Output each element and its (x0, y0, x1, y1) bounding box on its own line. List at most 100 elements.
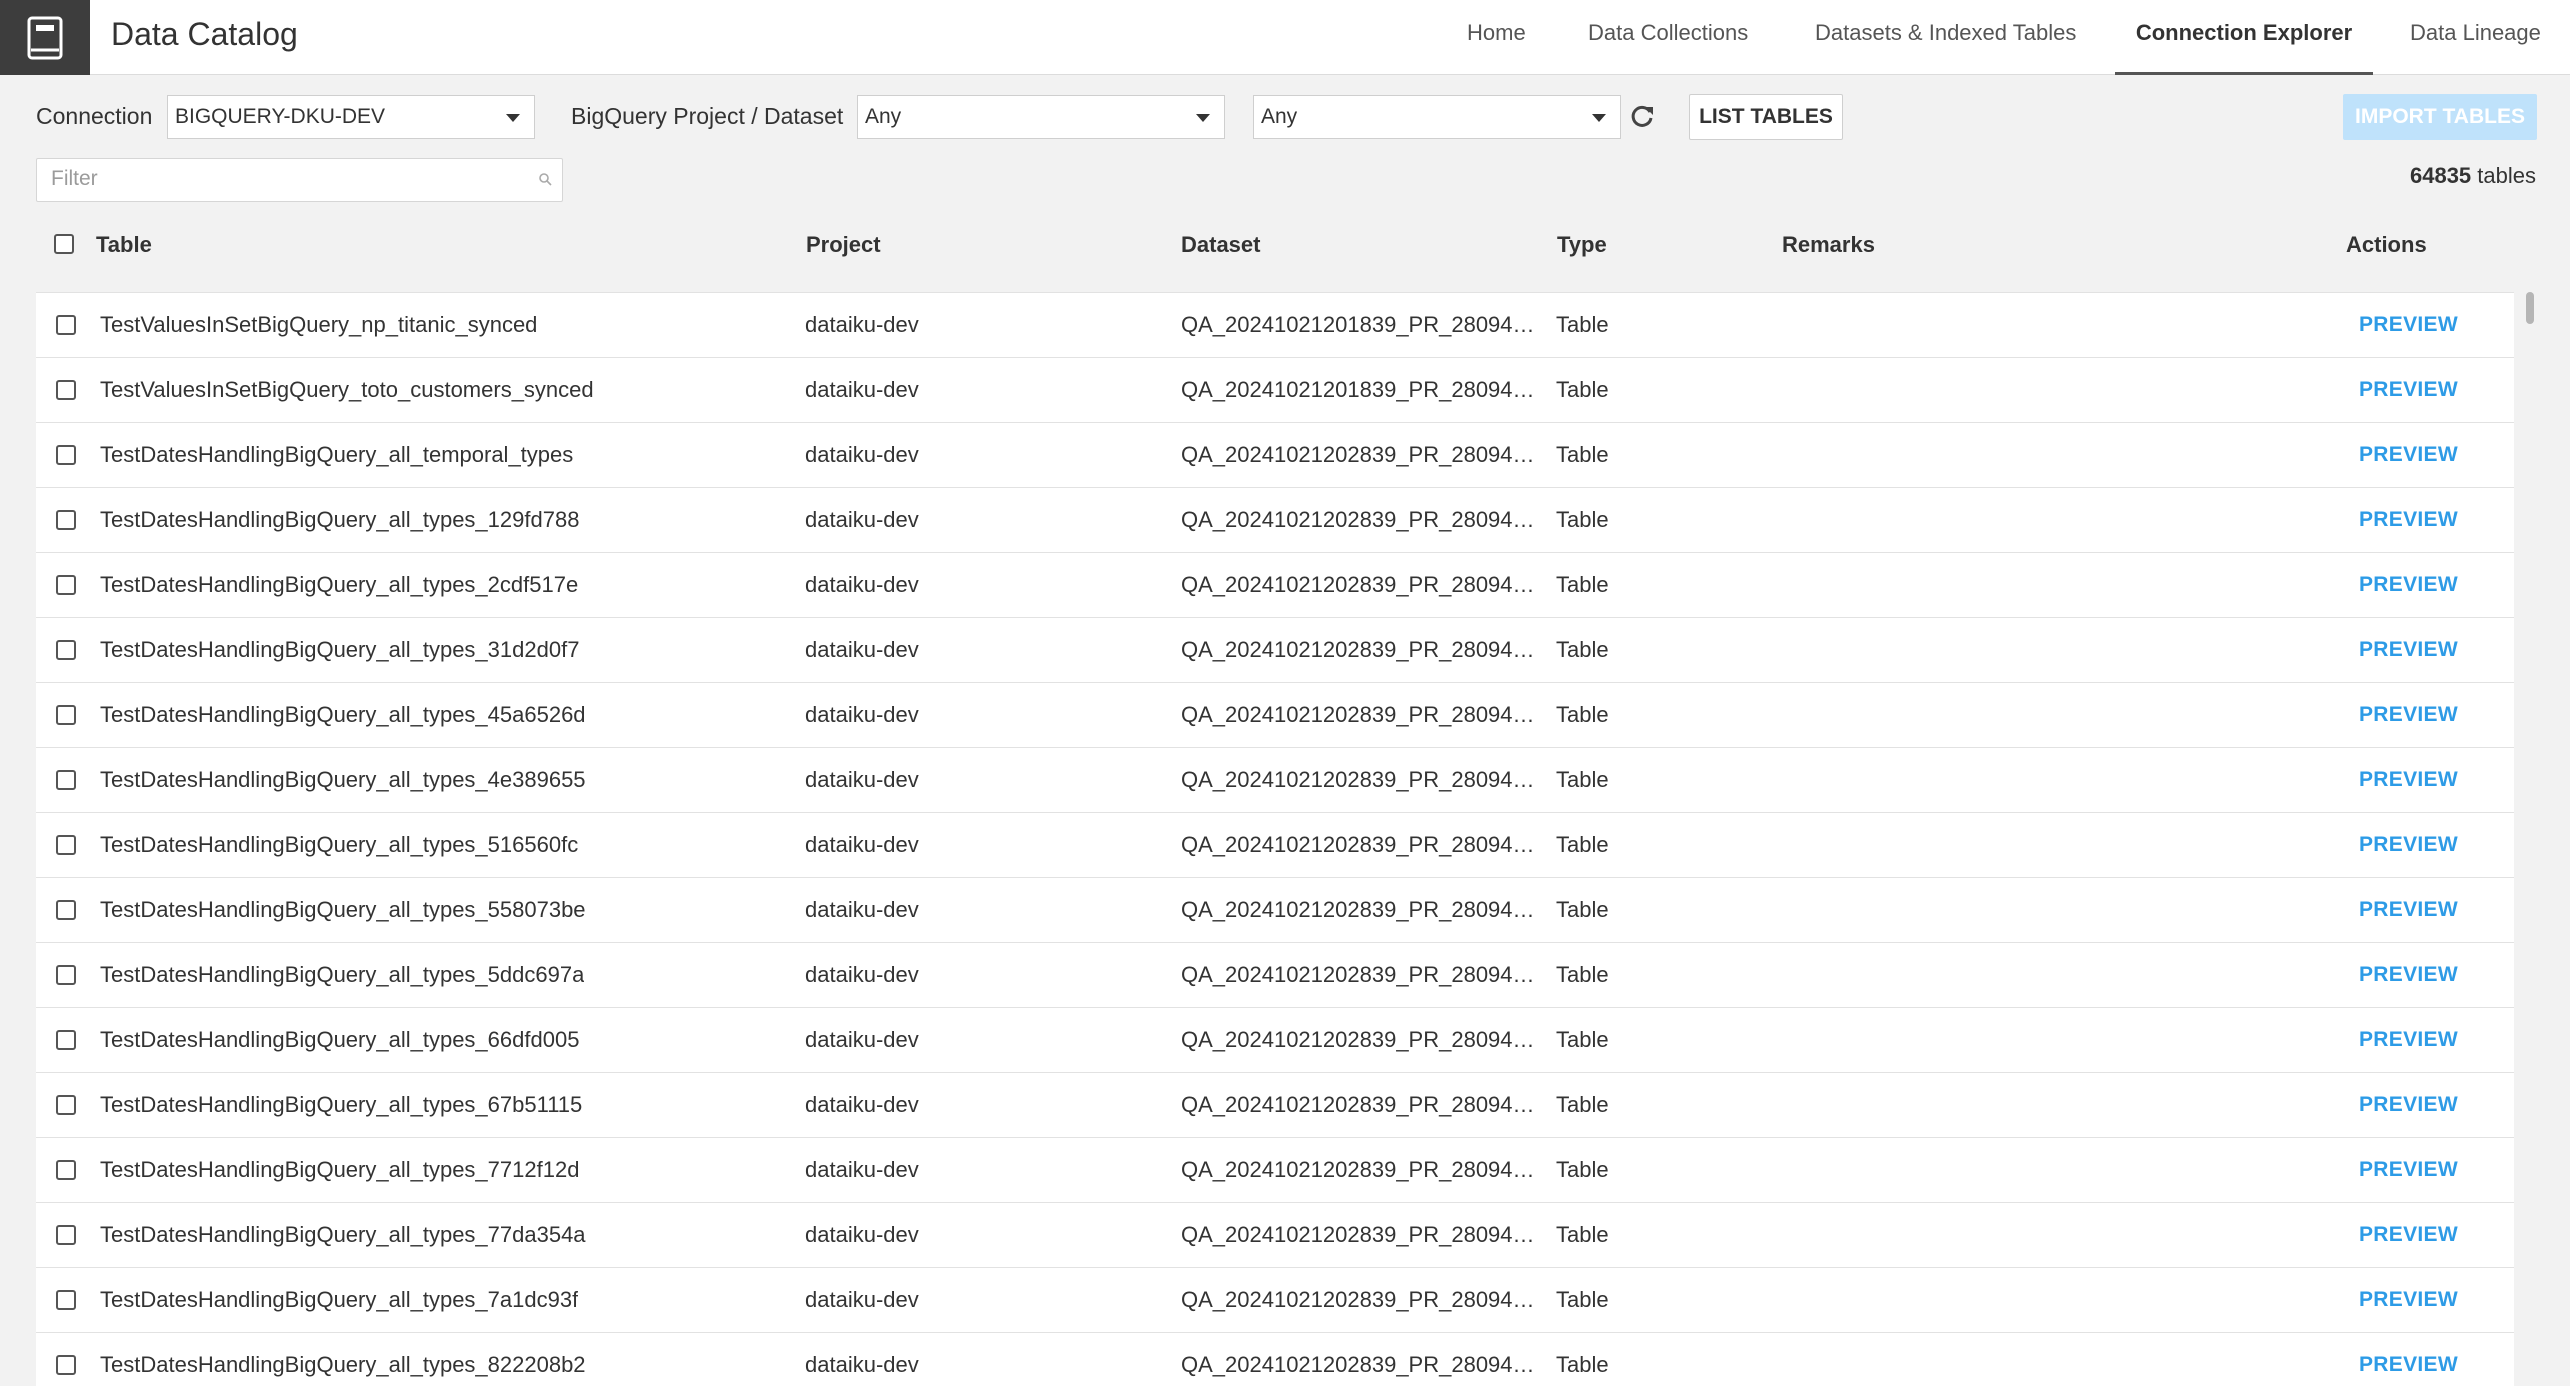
row-checkbox[interactable] (56, 705, 76, 725)
app-title: Data Catalog (111, 16, 298, 52)
row-checkbox[interactable] (56, 1030, 76, 1050)
table-row[interactable]: TestDatesHandlingBigQuery_all_temporal_t… (36, 423, 2514, 488)
row-checkbox[interactable] (56, 380, 76, 400)
cell-project: dataiku-dev (805, 1027, 919, 1052)
column-header-remarks[interactable]: Remarks (1782, 232, 1875, 258)
row-checkbox[interactable] (56, 1225, 76, 1245)
cell-table-name: TestDatesHandlingBigQuery_all_types_5580… (100, 897, 586, 922)
table-row[interactable]: TestDatesHandlingBigQuery_all_types_8222… (36, 1333, 2514, 1386)
preview-button[interactable]: PREVIEW (2359, 618, 2458, 683)
cell-table-name: TestDatesHandlingBigQuery_all_types_7712… (100, 1157, 580, 1182)
preview-button[interactable]: PREVIEW (2359, 878, 2458, 943)
table-row[interactable]: TestDatesHandlingBigQuery_all_types_31d2… (36, 618, 2514, 683)
connection-select[interactable]: BIGQUERY-DKU-DEV (167, 95, 535, 139)
nav-data-lineage[interactable]: Data Lineage (2410, 0, 2541, 75)
project-select[interactable]: Any (857, 95, 1225, 139)
row-checkbox[interactable] (56, 575, 76, 595)
cell-dataset: QA_20241021202839_PR_28094_4... (1181, 1027, 1541, 1052)
table-row[interactable]: TestDatesHandlingBigQuery_all_types_67b5… (36, 1073, 2514, 1138)
select-all-checkbox[interactable] (54, 234, 74, 254)
project-dataset-label: BigQuery Project / Dataset (571, 103, 844, 129)
row-checkbox[interactable] (56, 965, 76, 985)
table-row[interactable]: TestDatesHandlingBigQuery_all_types_5580… (36, 878, 2514, 943)
nav-connection-explorer[interactable]: Connection Explorer (2115, 0, 2373, 75)
cell-dataset: QA_20241021202839_PR_28094_4... (1181, 897, 1541, 922)
row-checkbox[interactable] (56, 835, 76, 855)
preview-button[interactable]: PREVIEW (2359, 358, 2458, 423)
row-checkbox[interactable] (56, 510, 76, 530)
catalog-book-icon[interactable] (0, 0, 90, 75)
row-checkbox[interactable] (56, 315, 76, 335)
row-checkbox[interactable] (56, 1355, 76, 1375)
cell-table-name: TestDatesHandlingBigQuery_all_types_31d2… (100, 637, 580, 662)
cell-project: dataiku-dev (805, 637, 919, 662)
preview-button[interactable]: PREVIEW (2359, 683, 2458, 748)
preview-button[interactable]: PREVIEW (2359, 943, 2458, 1008)
connection-select-value: BIGQUERY-DKU-DEV (175, 105, 386, 128)
preview-button[interactable]: PREVIEW (2359, 423, 2458, 488)
cell-type: Table (1556, 767, 1609, 792)
cell-project: dataiku-dev (805, 962, 919, 987)
column-header-table[interactable]: Table (96, 232, 152, 258)
table-row[interactable]: TestDatesHandlingBigQuery_all_types_5165… (36, 813, 2514, 878)
table-row[interactable]: TestDatesHandlingBigQuery_all_types_5ddc… (36, 943, 2514, 1008)
preview-button[interactable]: PREVIEW (2359, 1203, 2458, 1268)
table-row[interactable]: TestDatesHandlingBigQuery_all_types_4e38… (36, 748, 2514, 813)
cell-type: Table (1556, 832, 1609, 857)
column-header-project[interactable]: Project (806, 232, 881, 258)
table-row[interactable]: TestValuesInSetBigQuery_toto_customers_s… (36, 358, 2514, 423)
cell-table-name: TestDatesHandlingBigQuery_all_types_67b5… (100, 1092, 583, 1117)
import-tables-button[interactable]: IMPORT TABLES (2343, 94, 2537, 140)
column-header-type[interactable]: Type (1557, 232, 1607, 258)
table-row[interactable]: TestDatesHandlingBigQuery_all_types_77da… (36, 1203, 2514, 1268)
cell-table-name: TestDatesHandlingBigQuery_all_types_5ddc… (100, 962, 585, 987)
nav-data-collections[interactable]: Data Collections (1588, 0, 1748, 75)
cell-type: Table (1556, 572, 1609, 597)
preview-button[interactable]: PREVIEW (2359, 488, 2458, 553)
cell-dataset: QA_20241021201839_PR_28094_4... (1181, 312, 1541, 337)
row-checkbox[interactable] (56, 1095, 76, 1115)
preview-button[interactable]: PREVIEW (2359, 1008, 2458, 1073)
nav-home[interactable]: Home (1467, 0, 1526, 75)
preview-button[interactable]: PREVIEW (2359, 1333, 2458, 1386)
cell-dataset: QA_20241021202839_PR_28094_4... (1181, 1352, 1541, 1377)
cell-table-name: TestDatesHandlingBigQuery_all_types_66df… (100, 1027, 580, 1052)
filter-input[interactable] (51, 159, 531, 199)
preview-button[interactable]: PREVIEW (2359, 748, 2458, 813)
row-checkbox[interactable] (56, 1290, 76, 1310)
row-checkbox[interactable] (56, 640, 76, 660)
table-row[interactable]: TestDatesHandlingBigQuery_all_types_7712… (36, 1138, 2514, 1203)
list-tables-button[interactable]: LIST TABLES (1689, 94, 1843, 140)
preview-button[interactable]: PREVIEW (2359, 1268, 2458, 1333)
refresh-icon[interactable] (1629, 103, 1655, 129)
preview-button[interactable]: PREVIEW (2359, 1138, 2458, 1203)
table-row[interactable]: TestDatesHandlingBigQuery_all_types_66df… (36, 1008, 2514, 1073)
table-row[interactable]: TestDatesHandlingBigQuery_all_types_2cdf… (36, 553, 2514, 618)
row-checkbox[interactable] (56, 770, 76, 790)
table-count-number: 64835 (2409, 163, 2472, 188)
cell-dataset: QA_20241021202839_PR_28094_4... (1181, 767, 1541, 792)
table-row[interactable]: TestDatesHandlingBigQuery_all_types_129f… (36, 488, 2514, 553)
cell-dataset: QA_20241021202839_PR_28094_4... (1181, 832, 1541, 857)
nav-datasets-indexed-tables[interactable]: Datasets & Indexed Tables (1815, 0, 2076, 75)
scrollbar-thumb[interactable] (2526, 292, 2534, 324)
cell-table-name: TestDatesHandlingBigQuery_all_temporal_t… (100, 442, 574, 467)
row-checkbox[interactable] (56, 900, 76, 920)
table-row[interactable]: TestDatesHandlingBigQuery_all_types_45a6… (36, 683, 2514, 748)
cell-type: Table (1556, 1287, 1609, 1312)
preview-button[interactable]: PREVIEW (2359, 813, 2458, 878)
table-row[interactable]: TestValuesInSetBigQuery_np_titanic_synce… (36, 293, 2514, 358)
table-row[interactable]: TestDatesHandlingBigQuery_all_types_7a1d… (36, 1268, 2514, 1333)
preview-button[interactable]: PREVIEW (2359, 1073, 2458, 1138)
cell-type: Table (1556, 1157, 1609, 1182)
scrollbar-track[interactable] (2524, 292, 2534, 1386)
column-header-dataset[interactable]: Dataset (1181, 232, 1260, 258)
dataset-select[interactable]: Any (1253, 95, 1621, 139)
row-checkbox[interactable] (56, 445, 76, 465)
row-checkbox[interactable] (56, 1160, 76, 1180)
cell-table-name: TestValuesInSetBigQuery_np_titanic_synce… (100, 312, 538, 337)
preview-button[interactable]: PREVIEW (2359, 553, 2458, 618)
cell-project: dataiku-dev (805, 1352, 919, 1377)
chevron-down-icon (1196, 114, 1210, 122)
preview-button[interactable]: PREVIEW (2359, 293, 2458, 358)
